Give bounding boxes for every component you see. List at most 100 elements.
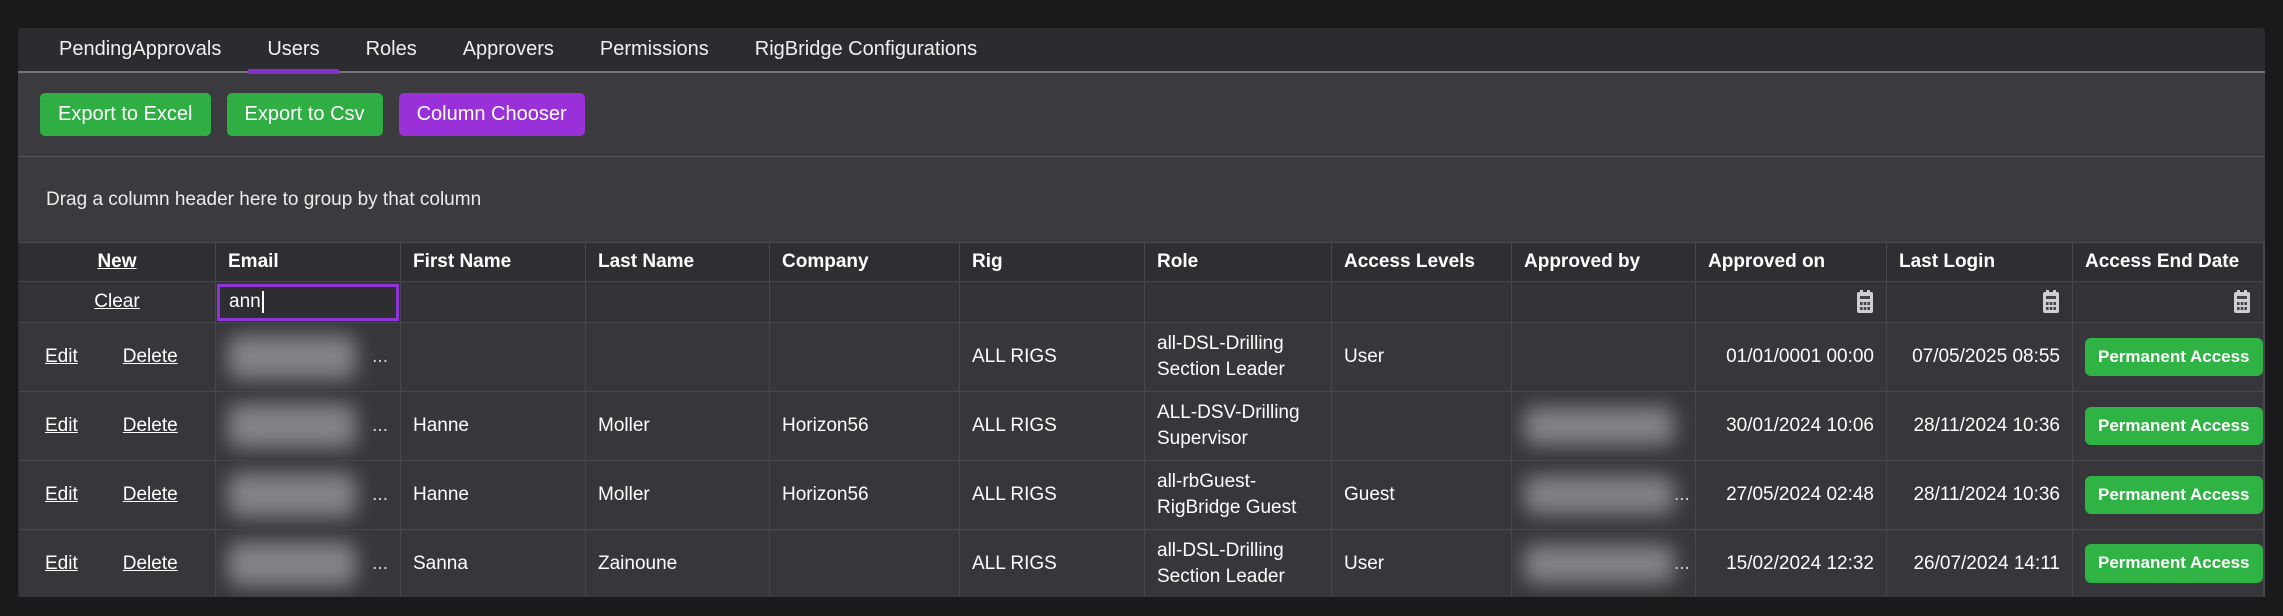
export-to-excel-button[interactable]: Export to Excel <box>40 93 211 136</box>
truncation-ellipsis: ... <box>372 552 388 574</box>
cell-last_name <box>586 323 770 391</box>
cell-last_login: 28/11/2024 10:36 <box>1887 392 2073 460</box>
table-row: Edit Delete... Hanne Moller Horizon56 ALL RIG… <box>19 391 2264 460</box>
row-command-cell: Edit Delete <box>19 530 216 597</box>
header-cell-role: Role <box>1145 243 1332 281</box>
header-cell-approved_by: Approved by <box>1512 243 1696 281</box>
delete-link[interactable]: Delete <box>123 413 178 439</box>
grid-toolbar: Export to Excel Export to Csv Column Cho… <box>18 73 2265 157</box>
cell-role: all-DSL-Drilling Section Leader <box>1145 530 1332 597</box>
header-cell-email: Email <box>216 243 401 281</box>
cell-company: Horizon56 <box>770 392 960 460</box>
email-filter-input[interactable]: ann <box>217 283 399 321</box>
calendar-icon[interactable] <box>1856 290 1874 314</box>
filter-cell-command: Clear <box>19 282 216 322</box>
cell-access_end_date: Permanent Access <box>2073 461 2264 529</box>
email-filter-value: ann <box>229 291 261 313</box>
row-command-cell: Edit Delete <box>19 323 216 391</box>
cell-company <box>770 530 960 597</box>
tab-approvers[interactable]: Approvers <box>440 27 577 72</box>
cell-rig: ALL RIGS <box>960 530 1145 597</box>
cell-last_login: 28/11/2024 10:36 <box>1887 461 2073 529</box>
table-row: Edit Delete... ALL RIGS all-DSL-Drilling Se… <box>19 322 2264 391</box>
group-by-panel[interactable]: Drag a column header here to group by th… <box>18 157 2265 242</box>
delete-link[interactable]: Delete <box>123 344 178 370</box>
header-cell-approved_on: Approved on <box>1696 243 1887 281</box>
cell-rig: ALL RIGS <box>960 392 1145 460</box>
cell-approved_on: 30/01/2024 10:06 <box>1696 392 1887 460</box>
clear-filter-link[interactable]: Clear <box>94 289 139 315</box>
permanent-access-badge: Permanent Access <box>2085 337 2263 377</box>
header-cell-last_login: Last Login <box>1887 243 2073 281</box>
export-to-csv-button[interactable]: Export to Csv <box>226 93 383 136</box>
tab-roles[interactable]: Roles <box>343 27 440 72</box>
tab-bar: PendingApprovals Users Roles Approvers P… <box>18 27 2265 74</box>
filter-cell-access_levels <box>1332 282 1512 322</box>
cell-first_name: Sanna <box>401 530 586 597</box>
filter-cell-rig <box>960 282 1145 322</box>
cell-last_name: Moller <box>586 392 770 460</box>
cell-approved_on: 01/01/0001 00:00 <box>1696 323 1887 391</box>
truncation-ellipsis: ... <box>1674 552 1690 574</box>
cell-role: all-DSL-Drilling Section Leader <box>1145 323 1332 391</box>
filter-cell-role <box>1145 282 1332 322</box>
tab-pending-approvals[interactable]: PendingApprovals <box>36 27 244 72</box>
tab-users[interactable]: Users <box>244 27 342 74</box>
cell-first_name <box>401 323 586 391</box>
header-cell-command: New <box>19 243 216 281</box>
tab-rigbridge-configurations[interactable]: RigBridge Configurations <box>732 27 1000 72</box>
header-cell-last_name: Last Name <box>586 243 770 281</box>
cell-role: all-rbGuest-RigBridge Guest <box>1145 461 1332 529</box>
cell-access_levels: Guest <box>1332 461 1512 529</box>
column-chooser-button[interactable]: Column Chooser <box>398 93 585 136</box>
edit-link[interactable]: Edit <box>45 551 78 577</box>
cell-approved_on: 15/02/2024 12:32 <box>1696 530 1887 597</box>
cell-approved_on: 27/05/2024 02:48 <box>1696 461 1887 529</box>
truncation-ellipsis: ... <box>372 415 388 437</box>
table-row: Edit Delete... Hanne Moller Horizon56 ALL RIG… <box>19 460 2264 529</box>
header-cell-first_name: First Name <box>401 243 586 281</box>
row-command-cell: Edit Delete <box>19 392 216 460</box>
delete-link[interactable]: Delete <box>123 482 178 508</box>
redacted-email <box>228 541 356 586</box>
filter-cell-first_name <box>401 282 586 322</box>
page-background: PendingApprovals Users Roles Approvers P… <box>0 0 2283 616</box>
users-data-grid: New Email First Name Last Name Company Rig Rol… <box>18 242 2265 597</box>
permanent-access-badge: Permanent Access <box>2085 406 2263 446</box>
filter-cell-access_end_date <box>2073 282 2264 322</box>
header-cell-access_levels: Access Levels <box>1332 243 1512 281</box>
truncation-ellipsis: ... <box>372 484 388 506</box>
cell-approved_by <box>1512 323 1696 391</box>
permanent-access-badge: Permanent Access <box>2085 475 2263 515</box>
users-admin-panel: PendingApprovals Users Roles Approvers P… <box>18 28 2265 597</box>
filter-cell-last_login <box>1887 282 2073 322</box>
permanent-access-badge: Permanent Access <box>2085 544 2263 583</box>
cell-access_levels: User <box>1332 323 1512 391</box>
cell-last_name: Moller <box>586 461 770 529</box>
edit-link[interactable]: Edit <box>45 482 78 508</box>
edit-link[interactable]: Edit <box>45 413 78 439</box>
cell-email: ... <box>216 323 401 391</box>
truncation-ellipsis: ... <box>1674 484 1690 506</box>
edit-link[interactable]: Edit <box>45 344 78 370</box>
calendar-icon[interactable] <box>2233 290 2251 314</box>
tab-permissions[interactable]: Permissions <box>577 27 732 72</box>
calendar-icon[interactable] <box>2042 290 2060 314</box>
cell-approved_by: ... <box>1512 530 1696 597</box>
filter-cell-email: ann <box>216 282 401 322</box>
cell-last_name: Zainoune <box>586 530 770 597</box>
redacted-approved_by <box>1524 407 1674 445</box>
cell-company <box>770 323 960 391</box>
redacted-email <box>228 404 356 448</box>
cell-access_end_date: Permanent Access <box>2073 323 2264 391</box>
cell-access_end_date: Permanent Access <box>2073 530 2264 597</box>
row-command-cell: Edit Delete <box>19 461 216 529</box>
grid-header-row: New Email First Name Last Name Company Rig Rol… <box>19 242 2264 281</box>
redacted-email <box>228 473 356 517</box>
filter-cell-approved_on <box>1696 282 1887 322</box>
delete-link[interactable]: Delete <box>123 551 178 577</box>
cell-first_name: Hanne <box>401 392 586 460</box>
cell-approved_by <box>1512 392 1696 460</box>
filter-cell-approved_by <box>1512 282 1696 322</box>
new-row-link[interactable]: New <box>97 249 136 275</box>
